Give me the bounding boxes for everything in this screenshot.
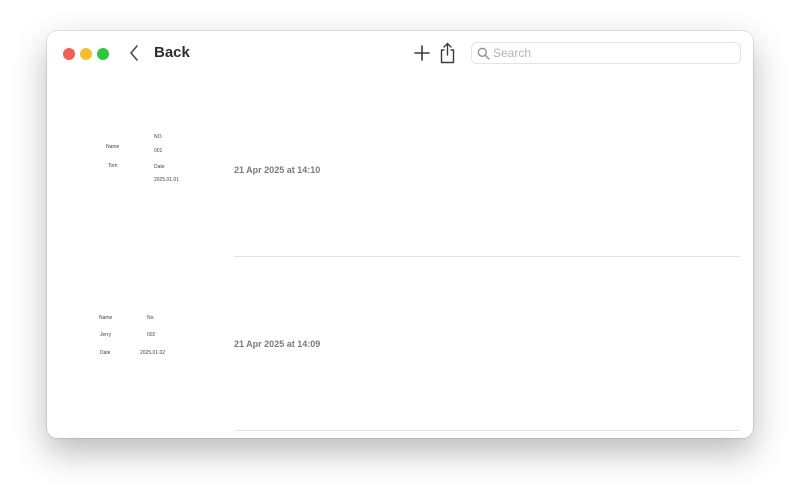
thumbnail-no-value: 001 [154,148,163,154]
share-icon[interactable] [439,42,456,64]
thumbnail-name-value: Tom [108,163,118,169]
back-button[interactable]: Back [154,44,190,62]
note-list-item[interactable]: NO. Name 001 Tom Date 2025.01.01 21 Apr … [47,77,753,257]
row-divider [234,430,740,431]
thumbnail-date-label: Date [154,164,165,170]
note-thumbnail: NO. Name 001 Tom Date 2025.01.01 [77,77,237,207]
chevron-left-icon[interactable] [127,44,141,62]
note-thumbnail: Name No. Jerry 002 Date 2025.01.02 [77,257,237,387]
thumbnail-no-value: 002 [147,332,156,338]
thumbnail-name-value: Jerry [100,332,112,338]
note-list-item[interactable]: Name No. Jerry 002 Date 2025.01.02 21 Ap… [47,257,753,432]
thumbnail-no-label: No. [147,315,155,321]
close-window-button[interactable] [63,48,75,60]
plus-icon[interactable] [413,44,431,62]
minimize-window-button[interactable] [80,48,92,60]
maximize-window-button[interactable] [97,48,109,60]
thumbnail-no-label: NO. [154,134,163,140]
thumbnail-name-label: Name [106,144,120,150]
search-input[interactable] [493,43,733,63]
titlebar: Back [47,31,753,77]
app-window: Back NO. Name 001 Tom Date 2025.01.01 [47,31,753,438]
thumbnail-date-value: 2025.01.02 [140,350,166,356]
note-timestamp: 21 Apr 2025 at 14:09 [234,339,321,349]
thumbnail-date-label: Date [100,350,111,356]
thumbnail-name-label: Name [99,315,113,321]
thumbnail-date-value: 2025.01.01 [154,177,180,183]
search-field[interactable] [471,42,741,64]
note-timestamp: 21 Apr 2025 at 14:10 [234,165,321,175]
search-icon [477,47,490,60]
